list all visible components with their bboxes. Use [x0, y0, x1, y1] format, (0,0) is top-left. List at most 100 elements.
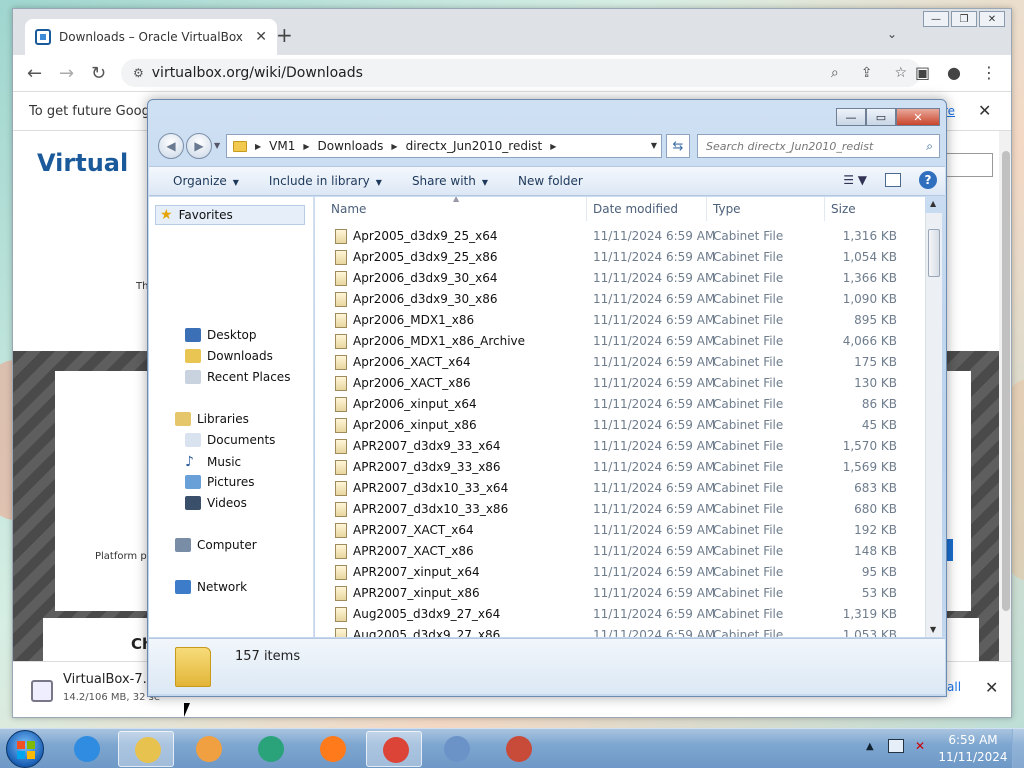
change-view-icon[interactable]: ☰ ▼ [843, 173, 867, 187]
tab-search-chevron-icon[interactable]: ⌄ [887, 27, 897, 41]
taskbar-chrome-button[interactable] [366, 731, 422, 767]
share-with-menu[interactable]: Share with ▼ [412, 174, 488, 188]
file-row[interactable]: Apr2005_d3dx9_25_x64 11/11/2024 6:59 AM Ca… [315, 226, 905, 247]
menu-kebab-icon[interactable]: ⋮ [981, 63, 997, 82]
file-row[interactable]: APR2007_d3dx10_33_x64 11/11/2024 6:59 AM C… [315, 478, 905, 499]
file-row[interactable]: Apr2006_xinput_x64 11/11/2024 6:59 AM Cabi… [315, 394, 905, 415]
download-shelf-close-icon[interactable]: ✕ [985, 678, 998, 697]
preview-pane-icon[interactable] [885, 173, 901, 187]
explorer-search-input[interactable]: Search directx_Jun2010_redist ⌕ [697, 134, 940, 158]
breadcrumb-arrow-icon[interactable]: ▶ [303, 142, 309, 151]
file-row[interactable]: Apr2006_MDX1_x86 11/11/2024 6:59 AM Cabine… [315, 310, 905, 331]
taskbar-firefox-button[interactable] [304, 731, 360, 767]
file-row[interactable]: APR2007_d3dx9_33_x86 11/11/2024 6:59 AM Ca… [315, 457, 905, 478]
share-icon[interactable]: ⇪ [861, 65, 873, 81]
scroll-up-arrow-icon[interactable]: ▲ [930, 199, 936, 208]
taskbar-edge-button[interactable] [242, 731, 298, 767]
page-scrollbar-thumb[interactable] [1002, 151, 1010, 611]
column-header-size[interactable]: Size [825, 197, 905, 221]
file-list-scrollbar[interactable]: ▲ ▼ [925, 199, 942, 637]
taskbar-file-explorer-button[interactable] [118, 731, 174, 767]
nav-favorites[interactable]: ★ Favorites [155, 205, 305, 225]
recent-pages-chevron-icon[interactable]: ▼ [214, 141, 220, 159]
organize-menu[interactable]: Organize ▼ [173, 174, 239, 188]
network-tray-icon[interactable] [888, 739, 904, 753]
new-tab-button[interactable]: + [276, 23, 293, 47]
explorer-minimize-button[interactable]: — [836, 108, 866, 126]
file-row[interactable]: APR2007_XACT_x86 11/11/2024 6:59 AM Cabine… [315, 541, 905, 562]
column-header-type[interactable]: Type [707, 197, 825, 221]
taskbar-control-panel-button[interactable] [428, 731, 484, 767]
breadcrumb-arrow-icon[interactable]: ▶ [255, 142, 261, 151]
file-row[interactable]: APR2007_d3dx10_33_x86 11/11/2024 6:59 AM C… [315, 499, 905, 520]
nav-desktop[interactable]: Desktop [185, 328, 257, 342]
address-history-chevron-icon[interactable]: ▼ [651, 141, 657, 150]
nav-pictures[interactable]: Pictures [185, 475, 255, 489]
zoom-icon[interactable]: ⌕ [831, 65, 839, 81]
breadcrumb-vm1[interactable]: VM1 [269, 139, 295, 153]
show-desktop-button[interactable] [1012, 729, 1024, 768]
file-row[interactable]: Apr2005_d3dx9_25_x86 11/11/2024 6:59 AM Ca… [315, 247, 905, 268]
address-bar[interactable]: ⚙ virtualbox.org/wiki/Downloads ⌕ ⇪ ☆ [121, 59, 921, 87]
back-button-icon[interactable]: ◀ [158, 133, 184, 159]
info-bar-close-icon[interactable]: ✕ [978, 101, 991, 120]
include-in-library-menu[interactable]: Include in library ▼ [269, 174, 382, 188]
forward-button-icon[interactable]: ▶ [186, 133, 212, 159]
breadcrumb-arrow-icon[interactable]: ▶ [550, 142, 556, 151]
scroll-down-arrow-icon[interactable]: ▼ [930, 625, 936, 634]
nav-downloads[interactable]: Downloads [185, 349, 273, 363]
site-logo[interactable]: Virtual [37, 149, 128, 177]
file-row[interactable]: Apr2006_d3dx9_30_x86 11/11/2024 6:59 AM Ca… [315, 289, 905, 310]
file-row[interactable]: APR2007_xinput_x86 11/11/2024 6:59 AM Cabi… [315, 583, 905, 604]
url-text[interactable]: virtualbox.org/wiki/Downloads [152, 65, 823, 81]
column-header-name[interactable]: Name [325, 197, 587, 221]
taskbar-media-player-button[interactable] [180, 731, 236, 767]
bookmark-star-icon[interactable]: ☆ [894, 65, 907, 81]
breadcrumb-arrow-icon[interactable]: ▶ [391, 142, 397, 151]
breadcrumb-downloads[interactable]: Downloads [318, 139, 384, 153]
nav-videos[interactable]: Videos [185, 496, 247, 510]
file-row[interactable]: APR2007_XACT_x64 11/11/2024 6:59 AM Cabine… [315, 520, 905, 541]
file-list-scrollbar-thumb[interactable] [928, 229, 940, 277]
volume-muted-icon[interactable]: ✕ [915, 739, 925, 753]
nav-computer[interactable]: Computer [175, 538, 257, 552]
explorer-address-bar[interactable]: ▶ VM1 ▶ Downloads ▶ directx_Jun2010_redi… [226, 134, 662, 158]
taskbar-virtualbox-button[interactable] [490, 731, 546, 767]
start-button-windows-icon[interactable] [6, 730, 44, 768]
back-arrow-icon[interactable]: ← [27, 63, 42, 84]
profile-avatar-icon[interactable]: ● [947, 63, 961, 82]
nav-network[interactable]: Network [175, 580, 247, 594]
download-filename[interactable]: VirtualBox-7.1. [63, 672, 159, 687]
breadcrumb-current-folder[interactable]: directx_Jun2010_redist [406, 139, 543, 153]
tray-expand-icon[interactable]: ▲ [866, 741, 874, 752]
taskbar-internet-explorer-button[interactable] [58, 731, 114, 767]
side-panel-icon[interactable]: ▣ [915, 63, 930, 82]
browser-tab[interactable]: Downloads – Oracle VirtualBox ✕ [25, 19, 277, 55]
file-row[interactable]: APR2007_xinput_x64 11/11/2024 6:59 AM Cabi… [315, 562, 905, 583]
download-file-icon[interactable] [31, 680, 53, 702]
file-row[interactable]: Apr2006_MDX1_x86_Archive 11/11/2024 6:59 … [315, 331, 905, 352]
minimize-button[interactable]: — [923, 11, 949, 27]
site-search-input[interactable] [945, 153, 993, 177]
nav-libraries[interactable]: Libraries [175, 412, 249, 426]
column-header-date-modified[interactable]: Date modified [587, 197, 707, 221]
site-info-icon[interactable]: ⚙ [133, 66, 144, 80]
file-row[interactable]: Apr2006_d3dx9_30_x64 11/11/2024 6:59 AM Ca… [315, 268, 905, 289]
reload-icon[interactable]: ↻ [91, 63, 106, 84]
explorer-close-button[interactable]: ✕ [896, 108, 940, 126]
explorer-maximize-button[interactable]: ▭ [866, 108, 896, 126]
file-row[interactable]: Aug2005_d3dx9_27_x86 11/11/2024 6:59 AM Ca… [315, 625, 905, 637]
nav-music[interactable]: ♪ Music [185, 454, 241, 470]
search-icon[interactable]: ⌕ [926, 139, 933, 154]
restore-button[interactable]: ❐ [951, 11, 977, 27]
page-scrollbar[interactable] [999, 131, 1011, 661]
close-button[interactable]: ✕ [979, 11, 1005, 27]
nav-documents[interactable]: Documents [185, 433, 275, 447]
forward-arrow-icon[interactable]: → [59, 63, 74, 84]
file-row[interactable]: Aug2005_d3dx9_27_x64 11/11/2024 6:59 AM Ca… [315, 604, 905, 625]
nav-recent-places[interactable]: Recent Places [185, 370, 290, 384]
file-row[interactable]: Apr2006_XACT_x86 11/11/2024 6:59 AM Cabine… [315, 373, 905, 394]
refresh-icon[interactable]: ⇆ [666, 134, 690, 158]
file-row[interactable]: Apr2006_XACT_x64 11/11/2024 6:59 AM Cabine… [315, 352, 905, 373]
help-icon[interactable]: ? [919, 171, 937, 189]
